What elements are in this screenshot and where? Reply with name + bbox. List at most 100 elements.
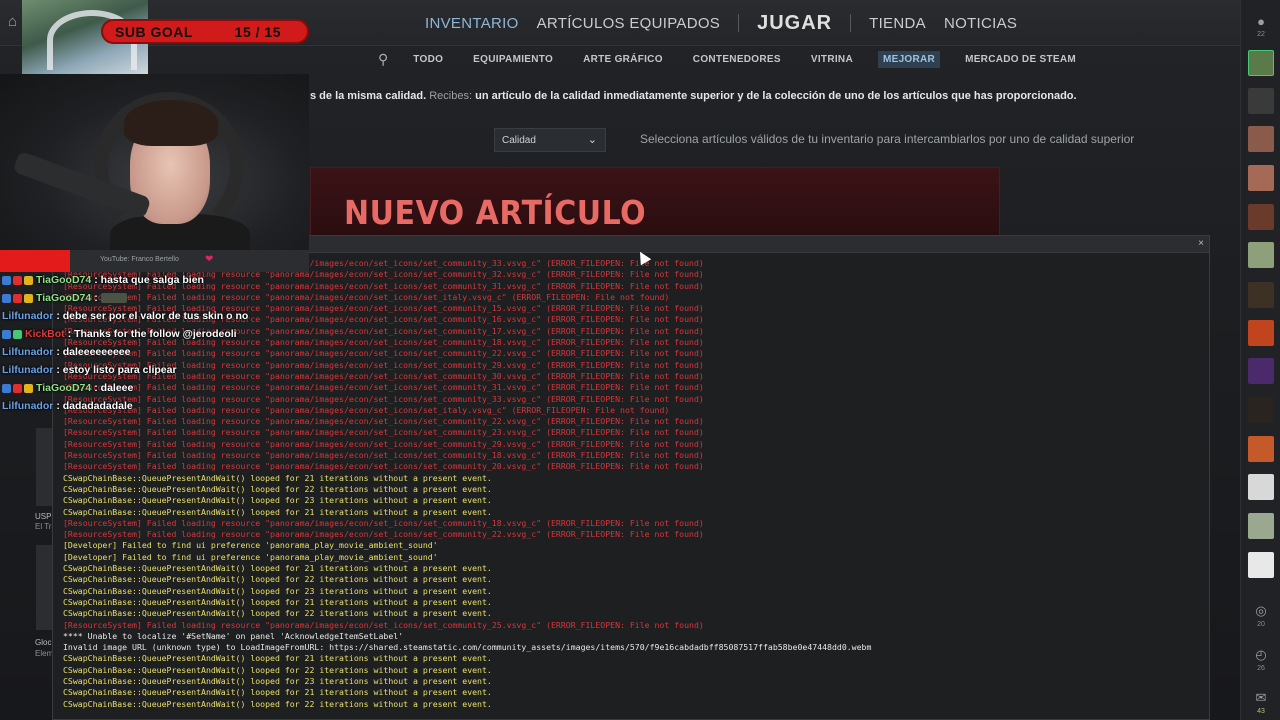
nav-tienda[interactable]: TIENDA bbox=[869, 15, 926, 32]
tab-arte-grafico[interactable]: ARTE GRÁFICO bbox=[578, 51, 668, 68]
close-icon[interactable]: × bbox=[1198, 238, 1204, 249]
inventory-subnav: ⚲ TODO EQUIPAMIENTO ARTE GRÁFICO CONTENE… bbox=[308, 46, 1240, 72]
console-line: Invalid image URL (unknown type) to Load… bbox=[63, 642, 872, 653]
console-line: [ResourceSystem] Failed loading resource… bbox=[63, 438, 704, 449]
emote-icon bbox=[100, 293, 127, 303]
chat-username: Lilfunador bbox=[2, 400, 54, 412]
chat-text: : daleee bbox=[94, 382, 134, 394]
console-line: CSwapChainBase::QueuePresentAndWait() lo… bbox=[63, 664, 492, 675]
console-line: [Developer] Failed to find ui preference… bbox=[63, 540, 438, 551]
friend-avatar[interactable] bbox=[1248, 242, 1274, 268]
console-line: CSwapChainBase::QueuePresentAndWait() lo… bbox=[63, 563, 492, 574]
console-line: [ResourceSystem] Failed loading resource… bbox=[63, 427, 704, 438]
mail-icon[interactable]: ✉ bbox=[1251, 690, 1271, 706]
chat-message: Lilfunador: estoy listo para clipear bbox=[2, 361, 308, 379]
friend-avatar[interactable] bbox=[1248, 436, 1274, 462]
friend-avatar[interactable] bbox=[1248, 513, 1274, 539]
friends-icon[interactable]: ● bbox=[1251, 14, 1271, 29]
youtube-label: YouTube: Franco Bertello bbox=[100, 256, 179, 263]
console-line: [Developer] Failed to find ui preference… bbox=[63, 551, 438, 562]
quality-label: Calidad bbox=[502, 135, 536, 146]
console-line: CSwapChainBase::QueuePresentAndWait() lo… bbox=[63, 574, 492, 585]
stream-chat: TiaGooD74: hasta que salga bien TiaGooD74… bbox=[2, 271, 308, 415]
console-line: CSwapChainBase::QueuePresentAndWait() lo… bbox=[63, 495, 492, 506]
console-line: [ResourceSystem] Failed loading resource… bbox=[63, 619, 704, 630]
receives-label: Recibes: bbox=[429, 90, 473, 102]
badge-icon bbox=[13, 329, 22, 339]
friend-avatar[interactable] bbox=[1248, 358, 1274, 384]
tab-contenedores[interactable]: CONTENEDORES bbox=[688, 51, 786, 68]
console-line: CSwapChainBase::QueuePresentAndWait() lo… bbox=[63, 687, 492, 698]
friend-avatar[interactable] bbox=[1248, 552, 1274, 578]
chat-username: KickBot bbox=[25, 328, 65, 340]
mail-count: 43 bbox=[1257, 708, 1265, 715]
console-line: [ResourceSystem] Failed loading resource… bbox=[63, 529, 704, 540]
chat-username: TiaGooD74 bbox=[36, 274, 92, 286]
broadcast-icon[interactable]: ◎ bbox=[1251, 603, 1271, 619]
console-line: CSwapChainBase::QueuePresentAndWait() lo… bbox=[63, 585, 492, 596]
badge-icon bbox=[2, 293, 11, 303]
search-icon[interactable]: ⚲ bbox=[378, 51, 388, 68]
console-line: [ResourceSystem] Failed loading resource… bbox=[63, 416, 704, 427]
badge-icon bbox=[24, 383, 33, 393]
nav-equipados[interactable]: ARTÍCULOS EQUIPADOS bbox=[537, 15, 721, 32]
console-line: **** Unable to localize '#SetName' on pa… bbox=[63, 630, 404, 641]
tab-mejorar[interactable]: MEJORAR bbox=[877, 50, 941, 68]
console-line: CSwapChainBase::QueuePresentAndWait() lo… bbox=[63, 608, 492, 619]
desc-left: s de la misma calidad. bbox=[310, 90, 427, 102]
friend-avatar[interactable] bbox=[1248, 397, 1274, 423]
tab-mercado-steam[interactable]: MERCADO DE STEAM bbox=[960, 51, 1081, 68]
trade-up-description: s de la misma calidad. Recibes: un artíc… bbox=[310, 90, 1077, 102]
chat-message: TiaGooD74: bbox=[2, 289, 308, 307]
trade-up-hint: Selecciona artículos válidos de tu inven… bbox=[640, 132, 1135, 146]
friend-avatar[interactable] bbox=[1248, 50, 1274, 76]
tab-todo[interactable]: TODO bbox=[408, 51, 448, 68]
chat-message: TiaGooD74: daleee bbox=[2, 379, 308, 397]
receives-text: un artículo de la calidad inmediatamente… bbox=[475, 90, 1077, 102]
console-line: CSwapChainBase::QueuePresentAndWait() lo… bbox=[63, 596, 492, 607]
nav-inventario[interactable]: INVENTARIO bbox=[425, 15, 519, 32]
chat-badges bbox=[2, 275, 33, 285]
broadcast-count: 20 bbox=[1257, 621, 1265, 628]
badge-icon bbox=[2, 383, 11, 393]
badge-icon bbox=[2, 275, 11, 285]
chat-message: Lilfunador: daleeeeeeeee bbox=[2, 343, 308, 361]
chat-message: Lilfunador: dadadadadale bbox=[2, 397, 308, 415]
friend-avatar[interactable] bbox=[1248, 282, 1274, 308]
chat-username: Lilfunador bbox=[2, 310, 54, 322]
chat-text: : dadadadadale bbox=[56, 400, 133, 412]
friend-avatar[interactable] bbox=[1248, 474, 1274, 500]
tab-vitrina[interactable]: VITRINA bbox=[806, 51, 858, 68]
badge-icon bbox=[2, 329, 11, 339]
console-line: CSwapChainBase::QueuePresentAndWait() lo… bbox=[63, 653, 492, 664]
friend-avatar[interactable] bbox=[1248, 126, 1274, 152]
friend-avatar[interactable] bbox=[1248, 320, 1274, 346]
chat-message: TiaGooD74: hasta que salga bien bbox=[2, 271, 308, 289]
chat-message: KickBot: Thanks for the follow @jerodeol… bbox=[2, 325, 308, 343]
nav-separator bbox=[850, 14, 852, 32]
console-line: CSwapChainBase::QueuePresentAndWait() lo… bbox=[63, 675, 492, 686]
tab-equipamiento[interactable]: EQUIPAMIENTO bbox=[468, 51, 558, 68]
sub-goal-widget: SUB GOAL 15 / 15 bbox=[101, 19, 309, 44]
sub-goal-value: 15 / 15 bbox=[234, 23, 281, 40]
new-item-title: NUEVO ARTÍCULO bbox=[344, 194, 647, 233]
friend-avatar[interactable] bbox=[1248, 204, 1274, 230]
chat-badges bbox=[2, 329, 22, 339]
chat-username: TiaGooD74 bbox=[36, 382, 92, 394]
quality-dropdown[interactable]: Calidad ⌄ bbox=[494, 128, 606, 152]
friend-avatar[interactable] bbox=[1248, 165, 1274, 191]
recent-icon[interactable]: ◴ bbox=[1251, 647, 1271, 663]
badge-icon bbox=[13, 383, 22, 393]
nav-jugar[interactable]: JUGAR bbox=[757, 12, 832, 35]
friend-avatar[interactable] bbox=[1248, 88, 1274, 114]
console-line: CSwapChainBase::QueuePresentAndWait() lo… bbox=[63, 483, 492, 494]
sub-goal-label: SUB GOAL bbox=[115, 23, 193, 40]
badge-icon bbox=[24, 275, 33, 285]
chat-badges bbox=[2, 293, 33, 303]
nav-noticias[interactable]: NOTICIAS bbox=[944, 15, 1017, 32]
chat-message: Lilfunador: debe ser por el valor de tus… bbox=[2, 307, 308, 325]
heart-icon: ❤ bbox=[205, 254, 214, 265]
console-line: CSwapChainBase::QueuePresentAndWait() lo… bbox=[63, 506, 492, 517]
chat-text: : hasta que salga bien bbox=[94, 274, 204, 286]
badge-icon bbox=[13, 293, 22, 303]
